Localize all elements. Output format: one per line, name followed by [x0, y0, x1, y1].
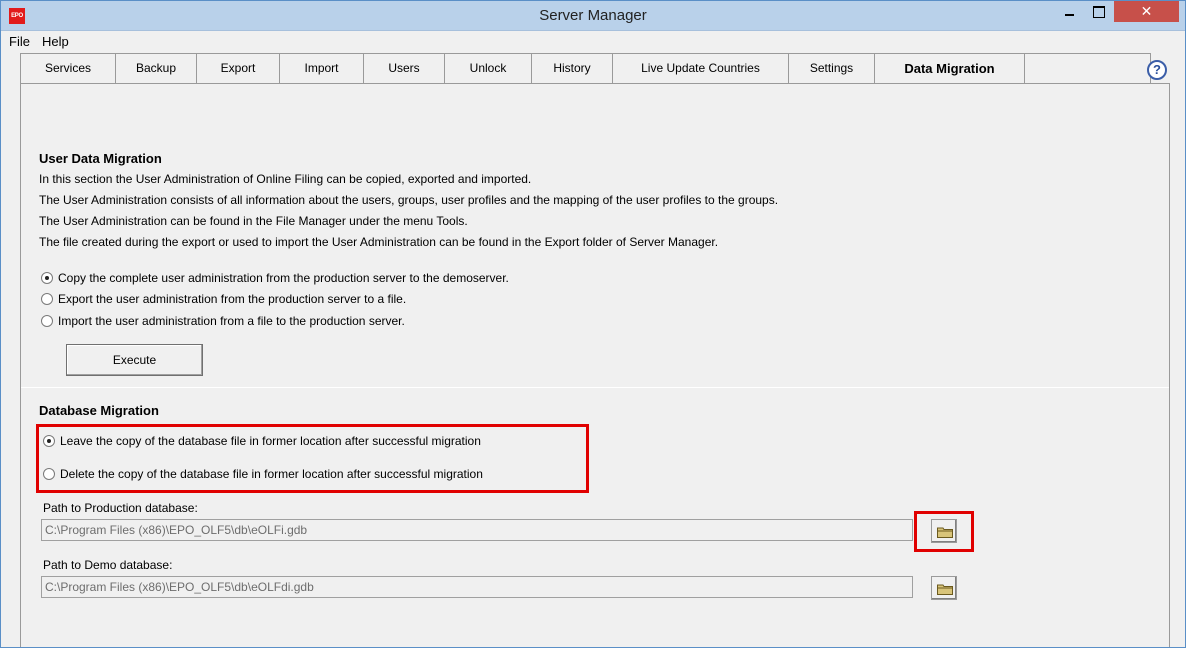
option-label: Copy the complete user administration fr… — [58, 271, 509, 285]
server-manager-window: EPO Server Manager ✕ File Help Services … — [0, 0, 1186, 648]
option-copy-user-admin[interactable]: Copy the complete user administration fr… — [41, 271, 509, 287]
tab-users[interactable]: Users — [364, 53, 445, 84]
demo-path-label: Path to Demo database: — [43, 558, 173, 572]
data-migration-panel: User Data Migration In this section the … — [20, 83, 1170, 647]
browse-demo-button[interactable] — [931, 576, 957, 600]
option-delete-database-copy[interactable]: Delete the copy of the database file in … — [43, 467, 483, 483]
tab-data-migration[interactable]: Data Migration — [875, 53, 1025, 84]
radio-button[interactable] — [41, 293, 53, 305]
description-line: The file created during the export or us… — [39, 235, 719, 249]
production-path-field[interactable]: C:\Program Files (x86)\EPO_OLF5\db\eOLFi… — [41, 519, 913, 541]
radio-button[interactable] — [41, 315, 53, 327]
folder-icon — [937, 527, 953, 538]
option-leave-database-copy[interactable]: Leave the copy of the database file in f… — [43, 434, 481, 450]
maximize-button[interactable] — [1085, 1, 1111, 23]
tab-services[interactable]: Services — [20, 53, 116, 84]
radio-button[interactable] — [41, 272, 53, 284]
option-export-user-admin[interactable]: Export the user administration from the … — [41, 292, 406, 308]
description-line: The User Administration consists of all … — [39, 193, 779, 207]
section-divider — [21, 387, 1169, 388]
menu-help[interactable]: Help — [42, 34, 69, 49]
user-data-migration-title: User Data Migration — [39, 151, 162, 166]
option-import-user-admin[interactable]: Import the user administration from a fi… — [41, 314, 405, 330]
minimize-button[interactable] — [1056, 1, 1082, 23]
tab-strip: Services Backup Export Import Users Unlo… — [20, 53, 1151, 84]
demo-path-field[interactable]: C:\Program Files (x86)\EPO_OLF5\db\eOLFd… — [41, 576, 913, 598]
production-path-label: Path to Production database: — [43, 501, 198, 515]
title-bar[interactable]: EPO Server Manager ✕ — [1, 1, 1185, 31]
database-migration-title: Database Migration — [39, 403, 159, 418]
description-line: In this section the User Administration … — [39, 172, 532, 186]
window-title: Server Manager — [539, 7, 647, 24]
radio-button[interactable] — [43, 468, 55, 480]
tab-empty — [1025, 53, 1151, 84]
option-label: Leave the copy of the database file in f… — [60, 434, 481, 448]
description-line: The User Administration can be found in … — [39, 214, 468, 228]
folder-icon — [937, 584, 953, 595]
tab-live-update-countries[interactable]: Live Update Countries — [613, 53, 789, 84]
execute-button[interactable]: Execute — [66, 344, 203, 376]
radio-button[interactable] — [43, 435, 55, 447]
menu-file[interactable]: File — [9, 34, 30, 49]
option-label: Import the user administration from a fi… — [58, 314, 405, 328]
help-icon[interactable]: ? — [1147, 60, 1167, 80]
tab-settings[interactable]: Settings — [789, 53, 875, 84]
menu-bar: File Help — [1, 31, 1185, 53]
tab-history[interactable]: History — [532, 53, 613, 84]
tab-unlock[interactable]: Unlock — [445, 53, 532, 84]
tab-backup[interactable]: Backup — [116, 53, 197, 84]
tab-import[interactable]: Import — [280, 53, 364, 84]
browse-production-button[interactable] — [931, 519, 957, 543]
close-button[interactable]: ✕ — [1114, 1, 1179, 22]
option-label: Export the user administration from the … — [58, 292, 407, 306]
option-label: Delete the copy of the database file in … — [60, 467, 483, 481]
tab-export[interactable]: Export — [197, 53, 280, 84]
